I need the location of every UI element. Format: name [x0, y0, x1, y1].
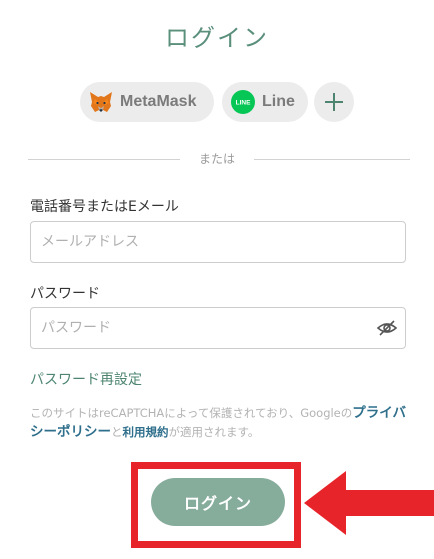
login-button[interactable]: ログイン	[151, 478, 285, 526]
line-login-button[interactable]: LINE Line	[222, 82, 308, 122]
plus-icon	[325, 93, 343, 111]
notice-text-2: と	[111, 425, 123, 439]
notice-text-1: このサイトはreCAPTCHAによって保護されており、Googleの	[30, 406, 353, 420]
terms-link[interactable]: 利用規約	[123, 425, 169, 439]
password-input[interactable]	[30, 307, 406, 349]
page-title: ログイン	[165, 24, 269, 52]
line-logo-icon: LINE	[230, 89, 256, 115]
password-reset-link[interactable]: パスワード再設定	[30, 369, 142, 389]
metamask-login-button[interactable]: MetaMask	[80, 82, 214, 122]
metamask-fox-icon	[88, 89, 114, 115]
divider-line-left	[28, 159, 180, 160]
line-label: Line	[262, 93, 295, 110]
recaptcha-notice: このサイトはreCAPTCHAによって保護されており、Googleのプライバシー…	[30, 404, 410, 442]
metamask-label: MetaMask	[120, 93, 197, 110]
line-logo-text: LINE	[236, 100, 251, 107]
divider-text: または	[198, 152, 235, 166]
divider-line-right	[254, 159, 410, 160]
email-input[interactable]	[30, 221, 406, 263]
arrow-left-icon	[304, 471, 434, 535]
more-login-options-button[interactable]	[314, 82, 354, 122]
notice-text-3: が適用されます。	[168, 425, 260, 439]
eye-slash-icon[interactable]	[376, 319, 398, 337]
password-label: パスワード	[30, 286, 100, 302]
identifier-label: 電話番号またはEメール	[30, 199, 179, 215]
